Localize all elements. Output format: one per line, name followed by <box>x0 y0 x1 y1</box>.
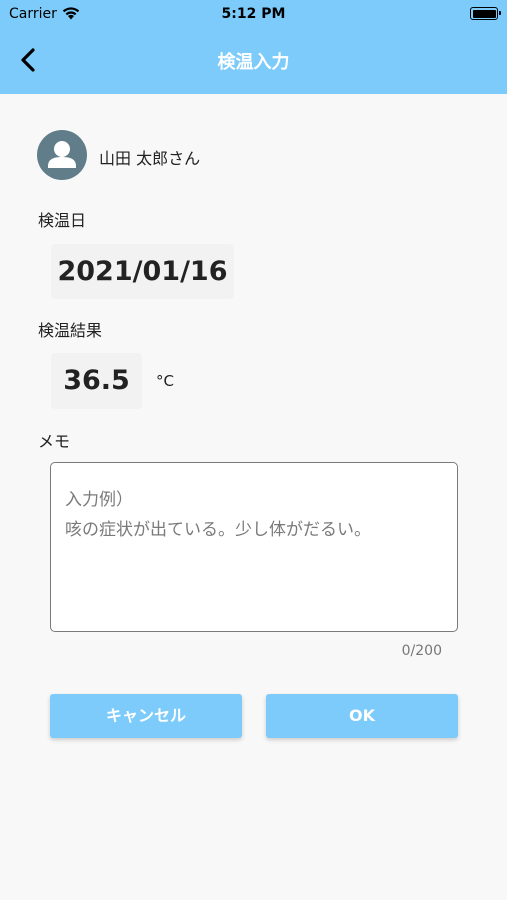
memo-label: メモ <box>38 432 71 451</box>
temperature-unit: °C <box>156 372 174 390</box>
date-label: 検温日 <box>38 211 87 230</box>
user-name: 山田 太郎さん <box>99 149 201 168</box>
ok-button[interactable]: OK <box>266 694 458 738</box>
temperature-field[interactable]: 36.5 <box>51 353 142 409</box>
memo-char-counter: 0/200 <box>401 643 442 659</box>
avatar <box>37 130 87 180</box>
cancel-button[interactable]: キャンセル <box>50 694 242 738</box>
page-title: 検温入力 <box>217 52 290 73</box>
clock: 5:12 PM <box>221 6 286 22</box>
memo-textarea[interactable]: 入力例） 咳の症状が出ている。少し体がだるい。 <box>50 462 458 632</box>
status-bar: Carrier 5:12 PM <box>0 0 507 28</box>
battery-icon <box>470 7 501 20</box>
app-header: Carrier 5:12 PM 検温入力 <box>0 0 507 94</box>
date-picker[interactable]: 2021/01/16 <box>51 244 234 299</box>
result-label: 検温結果 <box>38 321 103 340</box>
person-icon <box>48 141 76 168</box>
